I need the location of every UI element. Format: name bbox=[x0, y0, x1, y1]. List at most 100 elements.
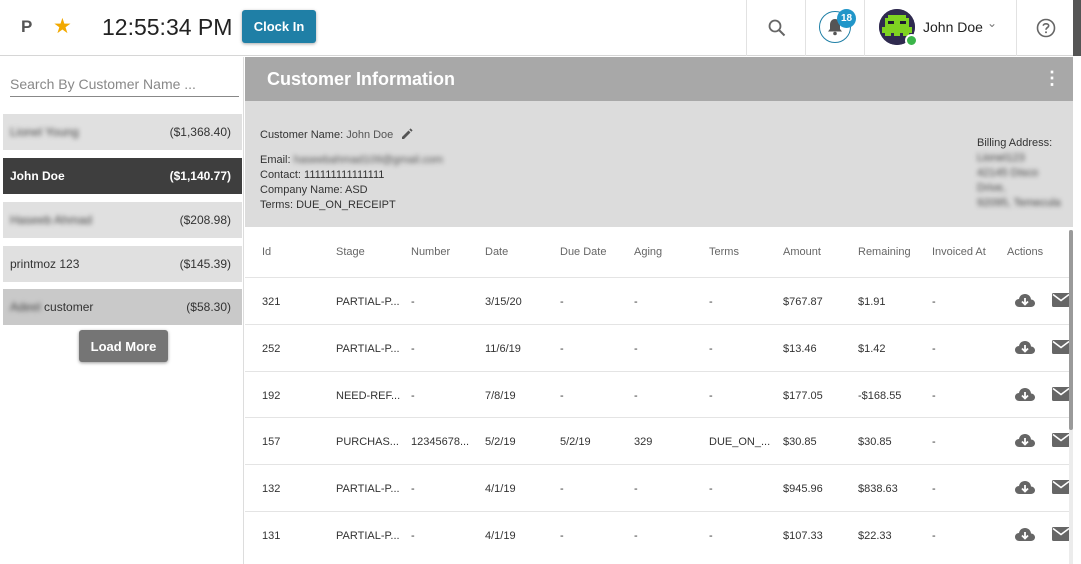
cell-id: 192 bbox=[262, 389, 281, 402]
help-button[interactable] bbox=[1016, 0, 1073, 56]
cell-aging: - bbox=[634, 530, 638, 542]
edit-pencil-icon[interactable] bbox=[400, 127, 414, 141]
mail-icon[interactable] bbox=[1052, 386, 1070, 401]
cell-id: 321 bbox=[262, 296, 281, 308]
chevron-down-icon: ⌄ bbox=[987, 16, 998, 30]
clock-in-button[interactable]: Clock In bbox=[242, 10, 316, 43]
notifications-button[interactable]: 18 bbox=[805, 0, 864, 56]
cell-amount: $767.87 bbox=[783, 296, 823, 308]
customer-list-item[interactable]: printmoz 123 ($145.39) bbox=[3, 246, 242, 282]
terms-label: Terms: bbox=[260, 199, 293, 211]
table-row[interactable]: 192 NEED-REF... -7/8/19- - - $177.05 -$168.55- bbox=[245, 370, 1073, 418]
customer-list-item[interactable]: Adeel customer ($58.30) bbox=[3, 289, 242, 325]
current-time: 12:55:34 PM bbox=[102, 14, 233, 40]
email-label: Email: bbox=[260, 154, 291, 166]
cell-number: - bbox=[411, 483, 415, 496]
cloud-download-icon[interactable] bbox=[1014, 291, 1036, 311]
cell-due-date: - bbox=[560, 389, 564, 402]
cell-invoiced-at: - bbox=[932, 296, 936, 308]
cell-remaining: $1.42 bbox=[858, 342, 886, 355]
scrollbar-thumb[interactable] bbox=[1069, 230, 1073, 430]
more-vert-icon[interactable]: ⋮ bbox=[1043, 68, 1061, 89]
column-header-invoiced-at[interactable]: Invoiced At bbox=[932, 246, 986, 258]
column-header-remaining[interactable]: Remaining bbox=[858, 246, 911, 258]
cell-invoiced-at: - bbox=[932, 389, 936, 402]
customer-list-panel: Lionel Young ($1,368.40) John Doe ($1,14… bbox=[0, 57, 244, 564]
table-row[interactable]: 157 PURCHAS... 12345678... 5/2/19 5/2/19 329 D… bbox=[245, 417, 1073, 464]
customer-balance: ($145.39) bbox=[179, 257, 231, 271]
company-row: Company Name: ASD bbox=[260, 184, 368, 196]
cloud-download-icon[interactable] bbox=[1014, 338, 1036, 358]
column-header-date[interactable]: Date bbox=[485, 246, 508, 258]
cell-amount: $30.85 bbox=[783, 436, 817, 449]
cloud-download-icon[interactable] bbox=[1014, 525, 1036, 545]
cell-remaining: $1.91 bbox=[858, 296, 886, 308]
terms-value: DUE_ON_RECEIPT bbox=[296, 199, 396, 211]
customer-balance: ($1,140.77) bbox=[169, 169, 231, 183]
table-row[interactable]: 131 PARTIAL-P... -4/1/19- - - $107.33 $22.33- bbox=[245, 511, 1073, 558]
cell-stage: PURCHAS... bbox=[336, 436, 399, 449]
cell-invoiced-at: - bbox=[932, 530, 936, 542]
page-title: Customer Information bbox=[267, 69, 456, 89]
cell-invoiced-at: - bbox=[932, 342, 936, 355]
billing-address-line: 92095, Temecula bbox=[977, 197, 1061, 209]
customer-name-label: Customer Name: bbox=[260, 129, 344, 141]
mail-icon[interactable] bbox=[1052, 527, 1070, 541]
cell-terms: - bbox=[709, 342, 713, 355]
cell-stage: PARTIAL-P... bbox=[336, 296, 400, 308]
customer-balance: ($1,368.40) bbox=[169, 125, 231, 139]
online-status-dot bbox=[905, 34, 918, 47]
cloud-download-icon[interactable] bbox=[1014, 431, 1036, 451]
cell-number: - bbox=[411, 389, 415, 402]
user-menu[interactable]: John Doe ⌄ bbox=[864, 0, 1016, 56]
billing-address: Billing Address: Lionel123 42145 Disco D… bbox=[977, 136, 1067, 211]
table-row[interactable]: 252 PARTIAL-P... -11/6/19- - - $13.46 $1.42- bbox=[245, 323, 1073, 371]
mail-icon[interactable] bbox=[1052, 480, 1070, 495]
cell-amount: $177.05 bbox=[783, 389, 823, 402]
mail-icon[interactable] bbox=[1052, 433, 1070, 448]
cell-id: 252 bbox=[262, 342, 281, 355]
customer-info-details: Customer Name: John Doe Email: haseebahm… bbox=[245, 101, 1073, 227]
customer-name-rest: customer bbox=[44, 300, 94, 314]
cell-terms: - bbox=[709, 530, 713, 542]
cell-stage: PARTIAL-P... bbox=[336, 342, 400, 355]
cloud-download-icon[interactable] bbox=[1014, 478, 1036, 498]
table-row[interactable]: 132 PARTIAL-P... -4/1/19- - - $945.96 $838.63- bbox=[245, 464, 1073, 511]
search-icon bbox=[768, 19, 786, 37]
cell-aging: - bbox=[634, 483, 638, 496]
mail-icon[interactable] bbox=[1052, 293, 1070, 307]
customer-search-input[interactable] bbox=[10, 71, 239, 97]
customer-info-header: Customer Information ⋮ bbox=[245, 57, 1073, 101]
star-icon[interactable]: ★ bbox=[53, 14, 72, 39]
email-value: haseebahmad109@gmail.com bbox=[293, 154, 443, 166]
column-header-terms[interactable]: Terms bbox=[709, 246, 739, 258]
column-header-number[interactable]: Number bbox=[411, 246, 450, 258]
column-header-aging[interactable]: Aging bbox=[634, 246, 662, 258]
customer-list-item[interactable]: Haseeb Ahmad ($208.98) bbox=[3, 202, 242, 238]
search-button[interactable] bbox=[746, 0, 805, 56]
customer-balance: ($58.30) bbox=[186, 300, 231, 314]
brand-logo[interactable]: P bbox=[21, 17, 32, 37]
cell-stage: PARTIAL-P... bbox=[336, 530, 400, 542]
contact-label: Contact: bbox=[260, 169, 301, 181]
table-row[interactable]: 321 PARTIAL-P... -3/15/20- - - $767.87 $1.91- bbox=[245, 277, 1073, 324]
cell-invoiced-at: - bbox=[932, 436, 936, 449]
table-scrollbar[interactable] bbox=[1069, 230, 1073, 564]
load-more-button[interactable]: Load More bbox=[79, 330, 168, 362]
customer-name: John Doe bbox=[10, 169, 65, 183]
cell-due-date: - bbox=[560, 483, 564, 496]
column-header-id[interactable]: Id bbox=[262, 246, 271, 258]
customer-name: Adeel customer bbox=[10, 300, 93, 314]
customer-list-item-selected[interactable]: John Doe ($1,140.77) bbox=[3, 158, 242, 194]
cloud-download-icon[interactable] bbox=[1014, 385, 1036, 405]
cell-aging: - bbox=[634, 296, 638, 308]
cell-number: - bbox=[411, 296, 415, 308]
customer-list-item[interactable]: Lionel Young ($1,368.40) bbox=[3, 114, 242, 150]
billing-address-label: Billing Address: bbox=[977, 137, 1053, 149]
column-header-stage[interactable]: Stage bbox=[336, 246, 365, 258]
cell-due-date: - bbox=[560, 296, 564, 308]
column-header-amount[interactable]: Amount bbox=[783, 246, 821, 258]
column-header-due-date[interactable]: Due Date bbox=[560, 246, 606, 258]
mail-icon[interactable] bbox=[1052, 339, 1070, 354]
contact-row: Contact: 111111111111111 bbox=[260, 169, 384, 181]
